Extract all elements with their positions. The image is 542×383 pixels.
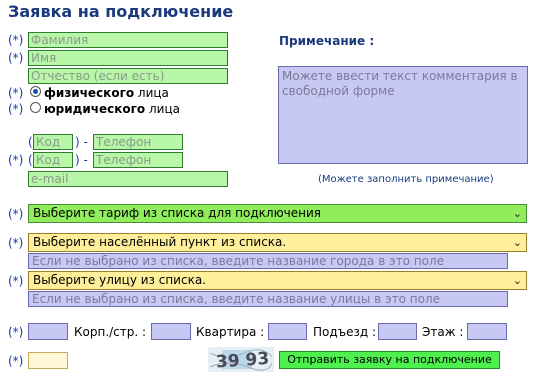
required-mark: (*) xyxy=(8,354,24,368)
phone1-separator: ) - xyxy=(75,135,88,149)
individual-label: физического лица xyxy=(44,86,169,100)
entrance-input[interactable] xyxy=(378,323,417,340)
captcha-input[interactable] xyxy=(28,352,68,369)
phone1-number-input[interactable]: Телефон xyxy=(93,134,183,150)
surname-input[interactable]: Фамилия xyxy=(28,32,228,48)
note-hint: (Можете заполнить примечание) xyxy=(318,174,494,185)
captcha-image: 39 93 xyxy=(208,347,274,372)
patronymic-input[interactable]: Отчество (если есть) xyxy=(28,68,228,84)
street-select-value: Выберите улицу из списка. xyxy=(33,273,206,287)
tariff-select-value: Выберите тариф из списка для подключения xyxy=(33,206,322,220)
required-mark: (*) xyxy=(8,86,24,100)
phone1-open-paren: ( xyxy=(28,135,33,149)
entrance-label: Подъезд : xyxy=(313,325,377,339)
required-mark: (*) xyxy=(8,236,24,250)
apartment-label: Квартира : xyxy=(196,325,265,339)
note-textarea[interactable]: Можете ввести текст комментария в свобод… xyxy=(278,66,528,164)
phone2-code-input[interactable]: Код xyxy=(33,152,73,168)
phone2-open-paren: ( xyxy=(28,153,33,167)
email-input[interactable]: e-mail xyxy=(28,171,228,187)
name-input[interactable]: Имя xyxy=(28,50,228,66)
city-select[interactable]: Выберите населённый пункт из списка. ⌄ xyxy=(28,233,527,252)
street-select[interactable]: Выберите улицу из списка. ⌄ xyxy=(28,271,527,290)
required-mark: (*) xyxy=(8,325,24,339)
submit-button[interactable]: Отправить заявку на подключение xyxy=(279,351,500,369)
legal-entity-radio[interactable] xyxy=(30,102,41,113)
captcha-text: 39 93 xyxy=(215,349,269,372)
note-label: Примечание : xyxy=(279,34,375,48)
tariff-select[interactable]: Выберите тариф из списка для подключения… xyxy=(28,204,527,223)
required-mark: (*) xyxy=(8,33,24,47)
building-input[interactable] xyxy=(151,323,191,340)
floor-label: Этаж : xyxy=(422,325,464,339)
city-select-value: Выберите населённый пункт из списка. xyxy=(33,235,287,249)
house-input[interactable] xyxy=(28,323,68,340)
phone2-separator: ) - xyxy=(75,153,88,167)
phone2-number-input[interactable]: Телефон xyxy=(93,152,183,168)
street-text-input[interactable]: Если не выбрано из списка, введите назва… xyxy=(28,291,508,307)
required-mark: (*) xyxy=(8,102,24,116)
chevron-down-icon: ⌄ xyxy=(512,274,522,287)
page-title: Заявка на подключение xyxy=(8,2,234,21)
individual-radio[interactable] xyxy=(30,86,41,97)
legal-entity-label: юридического лица xyxy=(44,102,180,116)
required-mark: (*) xyxy=(8,153,24,167)
required-mark: (*) xyxy=(8,51,24,65)
chevron-down-icon: ⌄ xyxy=(512,207,522,220)
apartment-input[interactable] xyxy=(268,323,307,340)
building-label: Корп./стр. : xyxy=(74,325,147,339)
required-mark: (*) xyxy=(8,207,24,221)
phone1-code-input[interactable]: Код xyxy=(33,134,73,150)
floor-input[interactable] xyxy=(467,323,507,340)
required-mark: (*) xyxy=(8,274,24,288)
city-text-input[interactable]: Если не выбрано из списка, введите назва… xyxy=(28,253,508,269)
chevron-down-icon: ⌄ xyxy=(512,236,522,249)
